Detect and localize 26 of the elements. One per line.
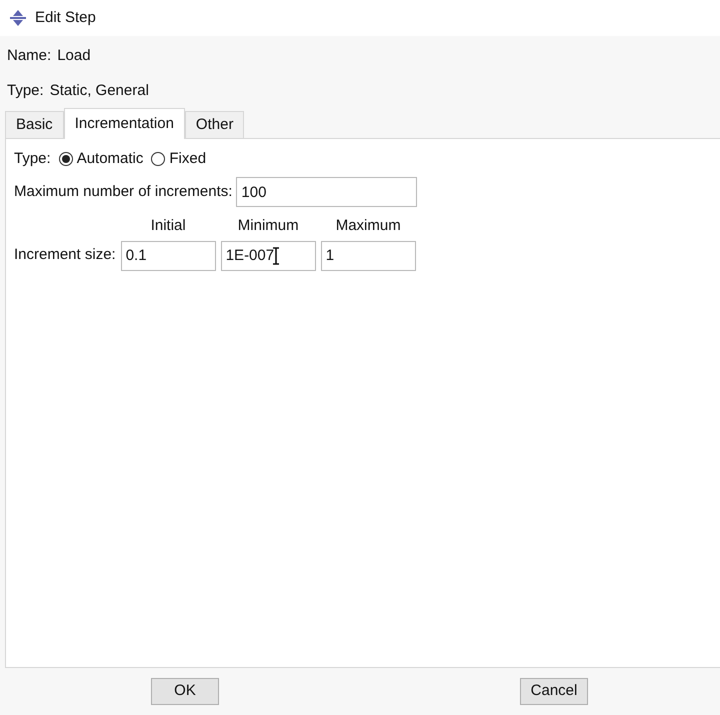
tab[interactable]: Other: [184, 111, 244, 138]
radio-label[interactable]: Fixed: [169, 148, 206, 170]
field-value: Load: [57, 46, 91, 66]
radio-button[interactable]: [151, 152, 166, 166]
input-field[interactable]: 1E-007: [220, 240, 316, 270]
column-heading: Maximum: [334, 216, 402, 236]
field-value: Static, General: [50, 80, 149, 100]
text-cursor-icon: [272, 246, 280, 264]
input-field[interactable]: 1: [320, 240, 416, 270]
dialog-button[interactable]: Cancel: [520, 678, 588, 705]
radio-button[interactable]: [58, 152, 73, 166]
field-label: Type:: [14, 148, 51, 169]
dialog-button[interactable]: OK: [151, 678, 219, 705]
field-label: Maximum number of increments:: [14, 182, 232, 202]
column-heading: Initial: [150, 216, 187, 236]
input-field[interactable]: 0.1: [120, 240, 216, 270]
input-field[interactable]: 100: [236, 177, 418, 207]
field-label: Increment size:: [14, 245, 116, 266]
tab[interactable]: Incrementation: [64, 108, 185, 139]
tab[interactable]: Basic: [5, 111, 64, 138]
window-title: Edit Step: [35, 8, 96, 28]
column-heading: Minimum: [236, 216, 300, 236]
field-label: Name:: [7, 46, 52, 66]
field-label: Type:: [7, 80, 44, 100]
radio-label[interactable]: Automatic: [76, 148, 144, 170]
app-icon: [9, 10, 27, 26]
